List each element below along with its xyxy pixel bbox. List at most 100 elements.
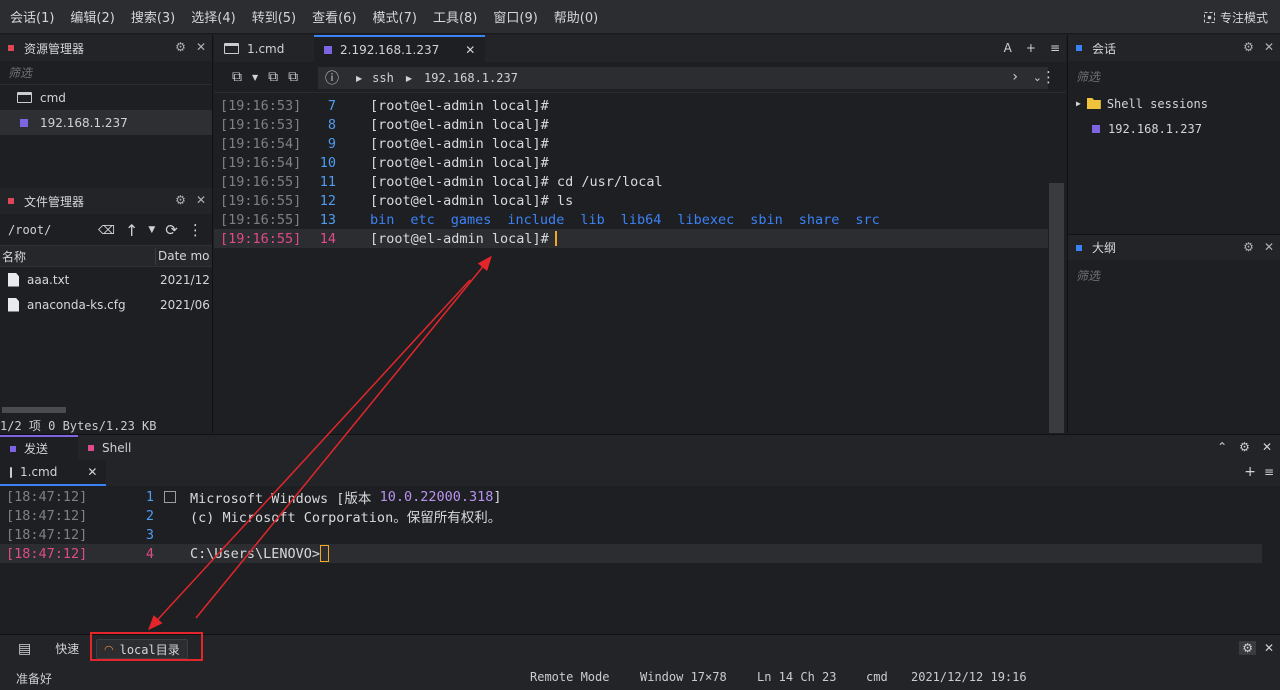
terminal-line: [18:47:12] 1 Microsoft Windows [版本 10.0.22…	[6, 488, 502, 507]
tab-label: 2.192.168.1.237	[340, 42, 440, 57]
breadcrumb-ssh[interactable]: ssh	[372, 71, 394, 85]
status-shell: cmd	[866, 670, 888, 684]
terminal-line: [19:16:53] 8 [root@el-admin local]#	[220, 116, 549, 133]
refresh-icon[interactable]: ⟳	[165, 221, 178, 239]
new-session-icon[interactable]: ⧉	[232, 69, 242, 85]
terminal-icon	[16, 92, 32, 104]
column-date[interactable]: Date mo	[156, 249, 210, 263]
duplicate-icon[interactable]: ⧉	[268, 69, 278, 85]
path-input[interactable]: /root/	[8, 223, 88, 237]
chevron-down-icon[interactable]: ▼	[252, 73, 258, 82]
terminal-line: [19:16:54] 10 [root@el-admin local]#	[220, 154, 549, 171]
chevron-right-icon[interactable]: ›	[1012, 69, 1018, 85]
gear-icon[interactable]: ⚙	[1239, 440, 1250, 454]
tree-item-label: 192.168.1.237	[1108, 121, 1202, 136]
column-name[interactable]: 名称	[0, 247, 156, 265]
terminal-line: [19:16:55] 12 [root@el-admin local]# ls	[220, 192, 574, 209]
menu-help[interactable]: 帮助(0)	[544, 7, 604, 26]
gear-icon[interactable]: ⚙	[175, 193, 186, 207]
tab-cmd[interactable]: 1.cmd ✕	[0, 460, 106, 486]
resource-filter-input[interactable]: 筛选	[0, 61, 212, 85]
close-icon[interactable]: ✕	[1264, 641, 1274, 655]
file-table-header: 名称 Date mo	[0, 245, 212, 267]
menu-edit[interactable]: 编辑(2)	[60, 7, 120, 26]
terminal-line: [18:47:12] 3	[6, 526, 154, 543]
horizontal-scrollbar[interactable]	[2, 407, 66, 413]
tab-ssh[interactable]: 2.192.168.1.237 ✕	[314, 35, 486, 62]
tab-label: 发送	[24, 442, 49, 456]
resource-item-ssh[interactable]: 192.168.1.237	[0, 110, 212, 135]
file-manager-title: 文件管理器	[24, 194, 85, 209]
font-size-button[interactable]: A	[1004, 41, 1012, 55]
status-window: Window 17×78	[640, 670, 727, 684]
panel-marker-icon	[1076, 45, 1082, 51]
menu-select[interactable]: 选择(4)	[181, 7, 241, 26]
close-icon[interactable]: ✕	[196, 193, 206, 207]
gear-icon[interactable]: ⚙	[1243, 40, 1254, 54]
menu-tools[interactable]: 工具(8)	[423, 7, 483, 26]
menu-mode[interactable]: 模式(7)	[363, 7, 423, 26]
info-icon[interactable]: ⓘ	[318, 68, 346, 88]
copy-session-icon[interactable]: ⧉	[288, 69, 298, 85]
status-bar: 准备好 Remote Mode Window 17×78 Ln 14 Ch 23…	[0, 662, 1280, 690]
resource-item-label: cmd	[40, 90, 66, 105]
tab-shell[interactable]: Shell	[78, 435, 141, 460]
gear-icon[interactable]: ⚙	[1239, 641, 1256, 655]
menu-view[interactable]: 查看(6)	[302, 7, 362, 26]
menu-window[interactable]: 窗口(9)	[483, 7, 543, 26]
file-date: 2021/12	[160, 272, 210, 287]
close-tab-icon[interactable]: ✕	[87, 465, 97, 479]
file-row[interactable]: anaconda-ks.cfg 2021/06	[0, 292, 212, 317]
panel-marker-icon	[10, 445, 16, 452]
menu-bar: 会话(1) 编辑(2) 搜索(3) 选择(4) 转到(5) 查看(6) 模式(7…	[0, 0, 1280, 34]
add-tab-button[interactable]: +	[1244, 464, 1256, 480]
ssh-terminal[interactable]: [19:16:53] 7 [root@el-admin local]# [19:16…	[214, 94, 1066, 433]
cmd-terminal[interactable]: [18:47:12] 1 Microsoft Windows [版本 10.0.22…	[0, 486, 1280, 634]
menu-session[interactable]: 会话(1)	[0, 7, 60, 26]
panel-toggle-icon[interactable]: ▤	[18, 641, 31, 657]
menu-goto[interactable]: 转到(5)	[242, 7, 302, 26]
close-tab-icon[interactable]: ✕	[465, 43, 475, 57]
path-bar: /root/ ⌫ ↑ ▼ ⟳ ⋮	[0, 215, 212, 245]
chevron-down-icon[interactable]: ▼	[148, 225, 155, 235]
fold-toggle[interactable]	[164, 490, 176, 503]
tree-item-ssh[interactable]: 192.168.1.237	[1068, 116, 1280, 141]
resource-manager-header: 资源管理器 ⚙ ✕	[0, 35, 212, 61]
gear-icon[interactable]: ⚙	[175, 40, 186, 54]
add-tab-button[interactable]: +	[1026, 41, 1036, 55]
resource-manager-title: 资源管理器	[24, 41, 85, 56]
terminal-scrollbar[interactable]	[1049, 183, 1064, 433]
close-icon[interactable]: ✕	[1264, 40, 1274, 54]
outline-panel-header: 大纲 ⚙ ✕	[1068, 234, 1280, 260]
close-icon[interactable]: ✕	[1264, 240, 1274, 254]
tab-menu-button[interactable]: ≡	[1264, 465, 1274, 479]
breadcrumb: ⓘ ▶ ssh ▶ 192.168.1.237 › ⌄	[318, 67, 1048, 89]
breadcrumb-host[interactable]: 192.168.1.237	[424, 71, 518, 85]
file-row[interactable]: aaa.txt 2021/12	[0, 267, 212, 292]
folder-icon	[1086, 98, 1101, 109]
resource-item-cmd[interactable]: cmd	[0, 85, 212, 110]
tab-send[interactable]: 发送	[0, 435, 78, 460]
terminal-current-line: [18:47:12] 4 C:\Users\LENOVO>	[0, 544, 1262, 563]
focus-mode-label: 专注模式	[1219, 11, 1268, 25]
more-icon[interactable]: ⋮	[1041, 68, 1056, 86]
chevron-up-icon[interactable]: ⌃	[1217, 440, 1227, 454]
close-icon[interactable]: ✕	[1262, 440, 1272, 454]
arrow-up-icon[interactable]: ↑	[125, 221, 138, 240]
panel-marker-icon	[1076, 244, 1082, 251]
annotation-highlight-box	[90, 632, 203, 661]
close-icon[interactable]: ✕	[196, 40, 206, 54]
triangle-right-icon: ▶	[1076, 99, 1081, 108]
session-filter-input[interactable]: 筛选	[1068, 61, 1280, 91]
gear-icon[interactable]: ⚙	[1243, 240, 1254, 254]
clear-icon[interactable]: ⌫	[98, 223, 115, 237]
tree-folder-shell-sessions[interactable]: ▶ Shell sessions	[1068, 91, 1280, 116]
file-name: anaconda-ks.cfg	[27, 297, 126, 312]
menu-search[interactable]: 搜索(3)	[121, 7, 181, 26]
more-icon[interactable]: ⋮	[188, 221, 203, 239]
tab-cmd[interactable]: 1.cmd	[214, 35, 314, 62]
outline-filter-input[interactable]: 筛选	[1068, 263, 1280, 287]
terminal-line: [18:47:12] 2 (c) Microsoft Corporation。保留所…	[6, 507, 502, 526]
tab-menu-button[interactable]: ≡	[1050, 41, 1060, 55]
focus-mode-button[interactable]: 专注模式	[1203, 9, 1268, 26]
